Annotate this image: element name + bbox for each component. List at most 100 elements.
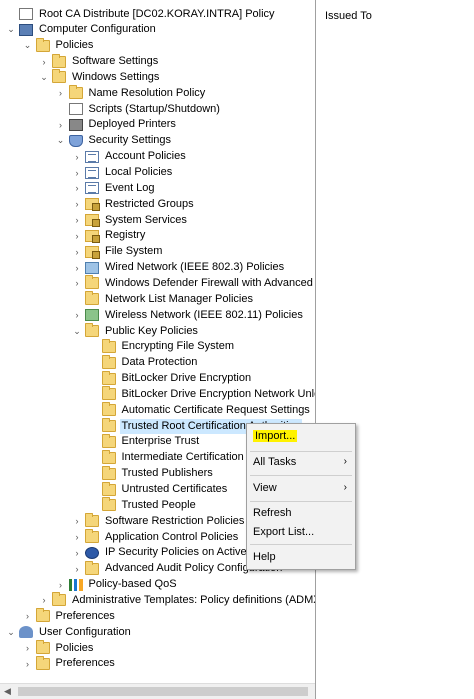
computer-configuration-node[interactable]: ⌄ Computer Configuration (6, 22, 158, 38)
wired-network-node[interactable]: › Wired Network (IEEE 802.3) Policies (72, 260, 286, 276)
bitlocker-network-unlock-node[interactable]: BitLocker Drive Encryption Network Unlo (89, 386, 315, 402)
expand-chevron-icon[interactable]: › (72, 545, 82, 561)
collapse-chevron-icon[interactable]: ⌄ (6, 624, 16, 640)
tree-node-label: Root CA Distribute [DC02.KORAY.INTRA] Po… (39, 7, 275, 20)
expand-chevron-icon[interactable]: › (72, 196, 82, 212)
menu-item-export-list[interactable]: Export List... (253, 526, 314, 538)
expand-chevron-icon[interactable]: › (72, 180, 82, 196)
restricted-groups-node[interactable]: › Restricted Groups (72, 196, 196, 212)
expand-chevron-icon[interactable]: › (23, 640, 33, 656)
expand-chevron-icon[interactable]: › (72, 561, 82, 577)
data-protection-node[interactable]: Data Protection (89, 354, 200, 371)
firewall-node[interactable]: › Windows Defender Firewall with Advanced… (72, 275, 315, 291)
menu-item-all-tasks[interactable]: All Tasks (253, 456, 296, 468)
expand-chevron-icon[interactable]: › (72, 513, 82, 529)
menu-separator (250, 544, 352, 545)
software-restriction-node[interactable]: › Software Restriction Policies (72, 513, 246, 529)
system-services-node[interactable]: › System Services (72, 212, 189, 228)
software-settings-node[interactable]: › Software Settings (39, 53, 160, 70)
expand-chevron-icon[interactable]: › (23, 608, 33, 624)
enterprise-trust-node[interactable]: Enterprise Trust (89, 433, 202, 450)
expand-chevron-icon[interactable]: › (56, 577, 66, 593)
collapse-chevron-icon[interactable]: ⌄ (72, 323, 82, 339)
doc-icon (19, 8, 33, 20)
expand-chevron-icon[interactable]: › (72, 228, 82, 244)
collapse-chevron-icon[interactable]: ⌄ (56, 133, 66, 149)
account-policies-node[interactable]: › Account Policies (72, 149, 188, 165)
root-policy-node[interactable]: Root CA Distribute [DC02.KORAY.INTRA] Po… (6, 6, 277, 22)
tree-pane[interactable]: Root CA Distribute [DC02.KORAY.INTRA] Po… (0, 0, 316, 699)
tree-node-label: Enterprise Trust (121, 435, 200, 448)
local-policies-node[interactable]: › Local Policies (72, 165, 174, 181)
policies-node[interactable]: ⌄ Policies (23, 37, 96, 54)
encrypting-file-system-node[interactable]: Encrypting File System (89, 338, 236, 355)
menu-item-refresh[interactable]: Refresh (253, 507, 292, 519)
scripts-node[interactable]: Scripts (Startup/Shutdown) (56, 101, 222, 117)
policy-based-qos-node[interactable]: › Policy-based QoS (56, 577, 179, 593)
untrusted-certificates-node[interactable]: Untrusted Certificates (89, 481, 230, 498)
wireless-network-node[interactable]: › Wireless Network (IEEE 802.11) Policies (72, 307, 305, 323)
name-resolution-policy-node[interactable]: › Name Resolution Policy (56, 85, 208, 101)
expand-chevron-icon[interactable]: › (72, 307, 82, 323)
expand-chevron-icon[interactable]: › (39, 54, 49, 70)
folder-icon (85, 560, 99, 575)
expand-chevron-icon[interactable]: › (39, 592, 49, 608)
network-list-manager-node[interactable]: Network List Manager Policies (72, 291, 255, 307)
expand-chevron-icon[interactable]: › (72, 244, 82, 260)
expand-chevron-icon[interactable]: › (72, 212, 82, 228)
expand-chevron-icon[interactable]: › (23, 656, 33, 672)
application-control-node[interactable]: › Application Control Policies (72, 529, 240, 545)
menu-item-view[interactable]: View (253, 482, 277, 494)
public-key-policies-node[interactable]: ⌄ Public Key Policies (72, 323, 200, 339)
windows-settings-node[interactable]: ⌄ Windows Settings (39, 69, 161, 85)
folder-icon (52, 53, 66, 68)
tree-node-label: Wireless Network (IEEE 802.11) Policies (105, 308, 303, 321)
user-policies-node[interactable]: › Policies (23, 640, 96, 656)
event-log-node[interactable]: › Event Log (72, 180, 157, 196)
registry-node[interactable]: › Registry (72, 228, 147, 244)
menu-item-import[interactable]: Import... (253, 430, 298, 442)
expand-chevron-icon[interactable]: › (72, 149, 82, 165)
expand-chevron-icon[interactable]: › (72, 260, 82, 276)
printer-icon (68, 118, 83, 131)
column-header-issued-to[interactable]: Issued To (325, 10, 372, 22)
expand-chevron-icon[interactable]: › (72, 275, 82, 291)
auto-cert-request-node[interactable]: Automatic Certificate Request Settings (89, 402, 312, 418)
lockfolder-icon (85, 245, 100, 259)
wifi-icon (85, 309, 99, 322)
folder-icon (85, 513, 99, 528)
folder-icon (101, 354, 116, 369)
trusted-people-node[interactable]: Trusted People (89, 497, 198, 513)
shield-icon (68, 134, 83, 147)
computer-preferences-node[interactable]: › Preferences (23, 608, 117, 624)
user-preferences-node[interactable]: › Preferences (23, 655, 117, 672)
trusted-publishers-node[interactable]: Trusted Publishers (89, 465, 215, 482)
scroll-left-arrow-icon[interactable]: ◀ (4, 686, 11, 697)
tree-node-label: Account Policies (105, 150, 186, 163)
tree-node-label: User Configuration (39, 625, 131, 638)
scroll-thumb[interactable] (18, 687, 308, 696)
folder-icon (101, 386, 116, 401)
folder-icon (52, 592, 66, 607)
expand-chevron-icon[interactable]: › (72, 529, 82, 545)
admin-templates-node[interactable]: › Administrative Templates: Policy defini… (39, 592, 315, 608)
security-settings-node[interactable]: ⌄ Security Settings (56, 133, 174, 149)
expand-chevron-icon[interactable]: › (56, 117, 66, 133)
policy-icon (85, 150, 99, 163)
expand-chevron-icon[interactable]: › (72, 165, 82, 181)
collapse-chevron-icon[interactable]: ⌄ (6, 22, 16, 38)
menu-item-help[interactable]: Help (253, 551, 276, 563)
folder-icon (35, 640, 50, 654)
computer-icon (19, 23, 33, 36)
expand-chevron-icon[interactable]: › (56, 85, 66, 101)
file-system-node[interactable]: › File System (72, 244, 164, 260)
collapse-chevron-icon[interactable]: ⌄ (23, 38, 33, 54)
bitlocker-node[interactable]: BitLocker Drive Encryption (89, 370, 254, 387)
deployed-printers-node[interactable]: › Deployed Printers (56, 117, 178, 133)
horizontal-scrollbar[interactable]: ◀ (0, 683, 315, 699)
user-configuration-node[interactable]: ⌄ User Configuration (6, 624, 133, 640)
collapse-chevron-icon[interactable]: ⌄ (39, 69, 49, 85)
